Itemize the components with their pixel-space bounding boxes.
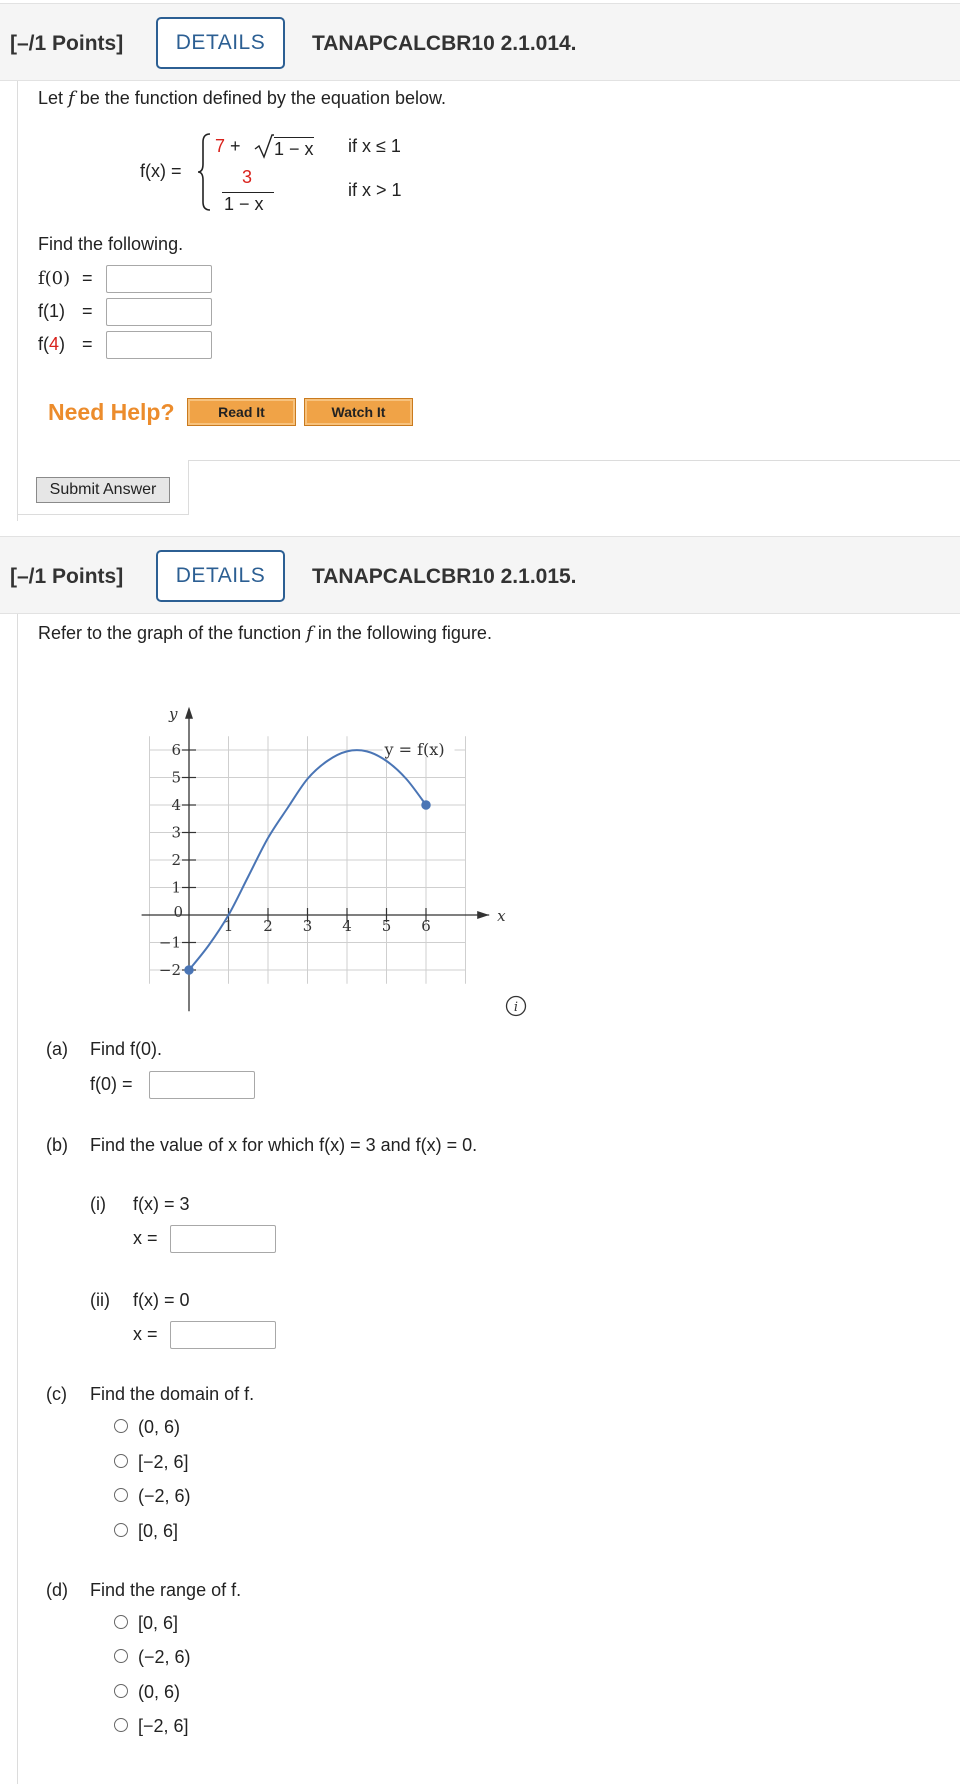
y-axis-label: y [168, 705, 178, 723]
curve-endpoint [421, 800, 431, 810]
q2-a-text: Find f(0). [90, 1039, 163, 1059]
q1-submit-frame [188, 460, 960, 461]
y-tick-label: −1 [159, 934, 181, 952]
curve-label: y = f(x) [384, 740, 445, 759]
domain-option-radio[interactable] [114, 1454, 128, 1468]
q1-f1-input[interactable] [106, 298, 212, 326]
q1-question-id: TANAPCALCBR10 2.1.014. [312, 32, 577, 55]
info-icon[interactable]: i [505, 995, 527, 1017]
svg-text:i: i [514, 1000, 518, 1015]
q2-left-border [17, 614, 18, 1784]
q2-bii-input[interactable] [170, 1321, 276, 1349]
q2-c-label: (c) [46, 1384, 67, 1404]
q1-submit-frame-bottom [17, 514, 189, 515]
x-tick-label: 3 [303, 917, 313, 935]
domain-option-radio[interactable] [114, 1419, 128, 1433]
y-axis-arrow [185, 706, 193, 719]
q2-a-label: (a) [46, 1039, 68, 1059]
q1-f0-eq: = [82, 268, 93, 288]
q2-bii-label: (ii) [90, 1290, 110, 1310]
q2-bi-label: (i) [90, 1194, 106, 1214]
q1-f4-input[interactable] [106, 331, 212, 359]
x-tick-label: 4 [342, 917, 352, 935]
y-tick-label: 1 [171, 879, 181, 897]
domain-option-label: (−2, 6) [138, 1486, 191, 1506]
need-help-label: Need Help? [48, 399, 175, 425]
x-tick-label: 2 [263, 917, 273, 935]
q1-details-button[interactable]: DETAILS [156, 17, 285, 69]
x-axis-label: x [497, 907, 506, 925]
y-tick-label: 5 [171, 769, 181, 787]
q1-f0-label: f(0) [38, 268, 71, 289]
q1-submit-frame-left [188, 460, 189, 515]
range-option-radio[interactable] [114, 1615, 128, 1629]
q2-d-label: (d) [46, 1580, 68, 1600]
q2-bi-text: f(x) = 3 [133, 1194, 190, 1214]
q1-intro: Let f be the function defined by the equ… [38, 88, 446, 109]
q2-c-text: Find the domain of f. [90, 1384, 255, 1404]
q1-left-border [17, 81, 18, 521]
y-tick-label: 4 [171, 796, 181, 814]
q2-a-field-label: f(0) = [90, 1074, 133, 1094]
q2-a-input[interactable] [149, 1071, 255, 1099]
q1-find-label: Find the following. [38, 234, 184, 254]
origin-label: 0 [173, 903, 183, 921]
range-option-label: [−2, 6] [138, 1716, 189, 1736]
q1-piece2-numerator: 3 [242, 167, 253, 187]
q1-brace [197, 133, 211, 211]
curve-endpoint [184, 965, 194, 975]
q1-f1-label: f(1) [38, 301, 65, 321]
sqrt-icon [254, 134, 274, 159]
domain-option-label: (0, 6) [138, 1417, 181, 1437]
q2-question-id: TANAPCALCBR10 2.1.015. [312, 565, 577, 588]
q2-b-label: (b) [46, 1135, 68, 1155]
y-tick-label: 2 [171, 851, 181, 869]
q1-header: [–/1 Points] DETAILS TANAPCALCBR10 2.1.0… [0, 3, 960, 81]
domain-option-radio[interactable] [114, 1523, 128, 1537]
q2-bi-field-label: x = [133, 1228, 158, 1248]
q2-bi-input[interactable] [170, 1225, 276, 1253]
domain-option-label: [−2, 6] [138, 1452, 189, 1472]
range-option-label: (0, 6) [138, 1682, 181, 1702]
x-tick-label: 5 [382, 917, 392, 935]
range-option-label: [0, 6] [138, 1613, 179, 1633]
q2-d-text: Find the range of f. [90, 1580, 242, 1600]
q2-bii-text: f(x) = 0 [133, 1290, 190, 1310]
q1-f0-input[interactable] [106, 265, 212, 293]
range-option-radio[interactable] [114, 1684, 128, 1698]
q2-intro: Refer to the graph of the function f in … [38, 623, 492, 644]
y-tick-label: −2 [159, 961, 181, 979]
submit-answer-button[interactable]: Submit Answer [36, 477, 170, 503]
q1-piece2-condition: if x > 1 [348, 180, 402, 200]
q1-piece1-condition: if x ≤ 1 [348, 136, 401, 156]
q2-b-text: Find the value of x for which f(x) = 3 a… [90, 1135, 478, 1155]
q1-f4-label: f(4) [38, 334, 66, 354]
function-graph: 1 2 3 4 5 6654321−1−20 xyy = f(x) [141, 705, 506, 1012]
range-option-radio[interactable] [114, 1718, 128, 1732]
range-option-radio[interactable] [114, 1649, 128, 1663]
range-option-label: (−2, 6) [138, 1647, 191, 1667]
y-tick-label: 6 [171, 741, 181, 759]
q1-piece2-denominator: 1 − x [224, 194, 264, 214]
q2-points: [–/1 Points] [10, 565, 124, 588]
y-tick-label: 3 [171, 824, 181, 842]
q2-bii-field-label: x = [133, 1324, 158, 1344]
q1-points: [–/1 Points] [10, 32, 124, 55]
q2-header: [–/1 Points] DETAILS TANAPCALCBR10 2.1.0… [0, 536, 960, 614]
read-it-button[interactable]: Read It [187, 398, 296, 426]
q1-f1-eq: = [82, 301, 93, 321]
watch-it-button[interactable]: Watch It [304, 398, 413, 426]
q1-f4-eq: = [82, 334, 93, 354]
x-tick-label: 6 [421, 917, 431, 935]
domain-option-radio[interactable] [114, 1488, 128, 1502]
q1-piece1: 7 + [215, 136, 241, 156]
q1-piece1-radicand: 1 − x [274, 137, 314, 159]
q2-details-button[interactable]: DETAILS [156, 550, 285, 602]
x-axis-arrow [477, 911, 490, 919]
domain-option-label: [0, 6] [138, 1521, 179, 1541]
q1-fx-label: f(x) = [140, 161, 182, 181]
